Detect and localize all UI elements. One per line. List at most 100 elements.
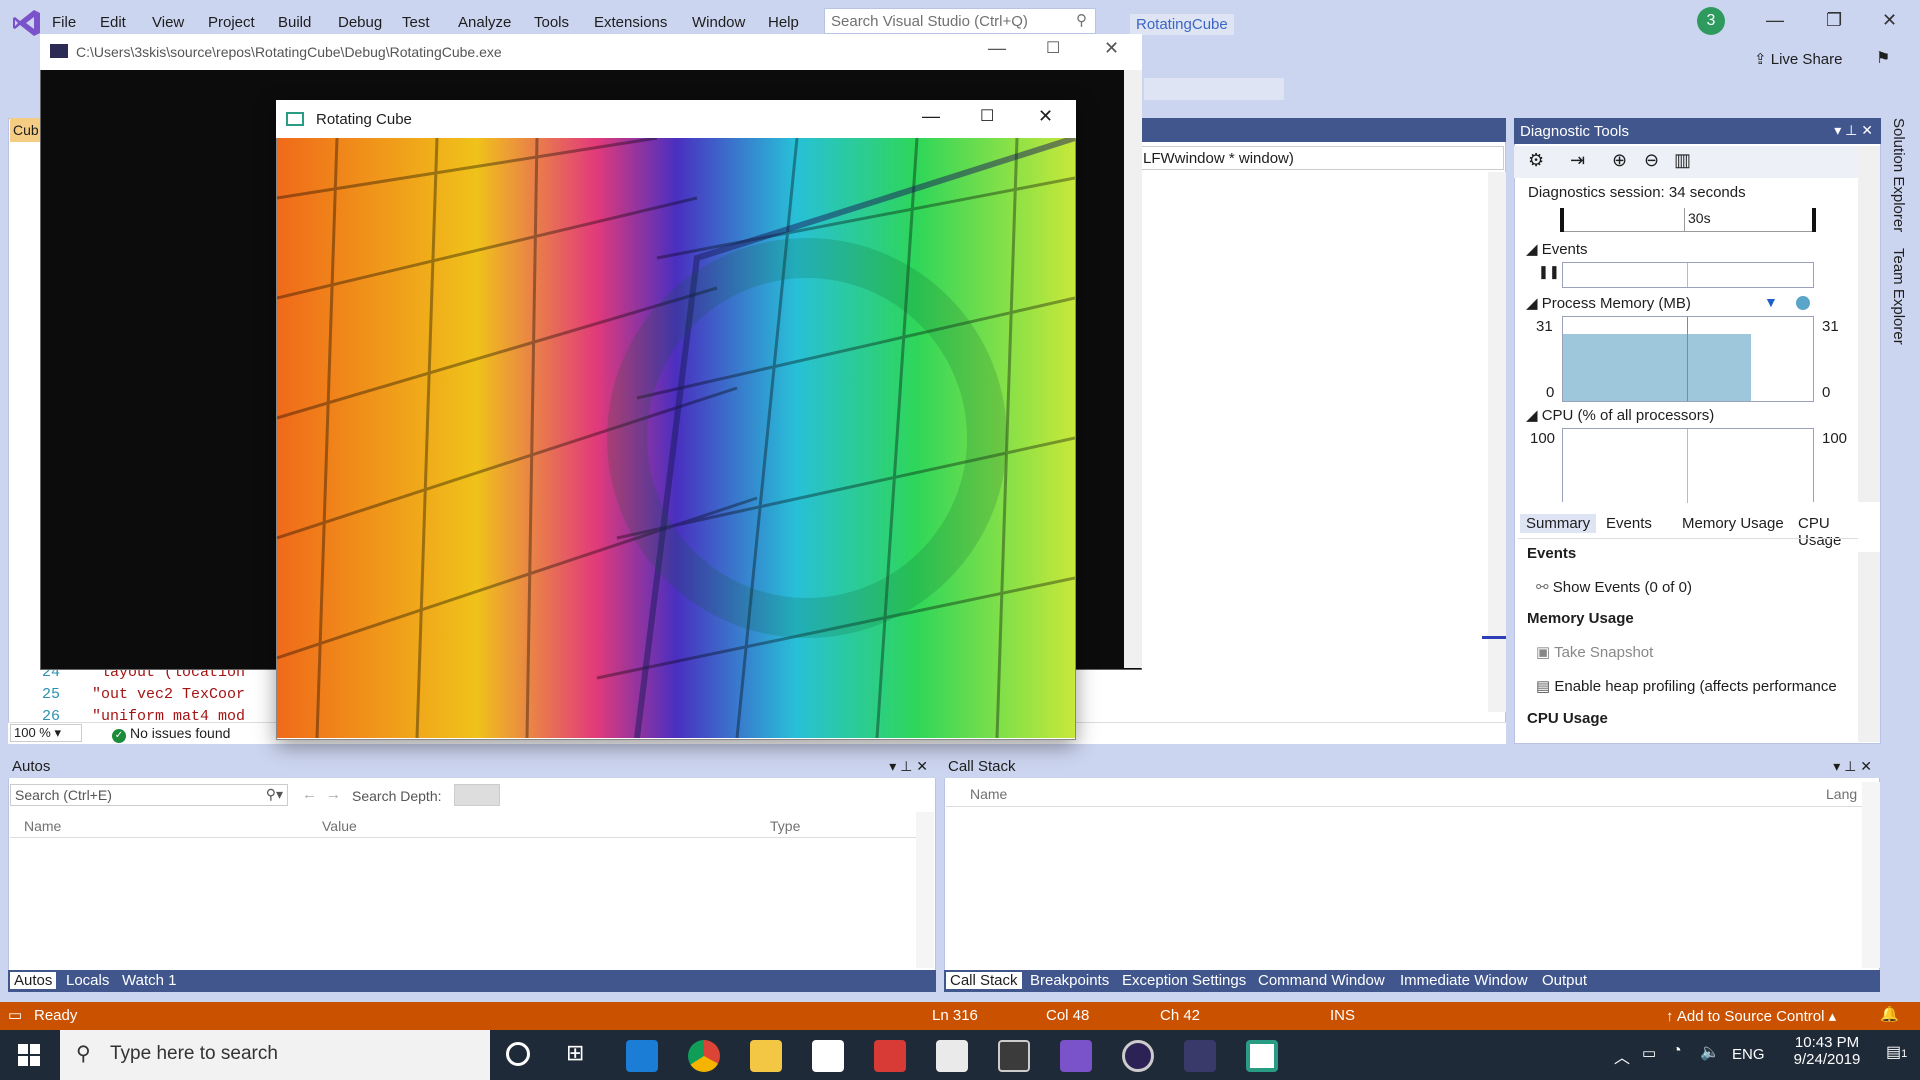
console-taskbar-icon[interactable] <box>1184 1040 1216 1072</box>
battery-icon[interactable]: ▭ <box>1642 1044 1656 1062</box>
callstack-tab-breakpoints[interactable]: Breakpoints <box>1026 972 1113 989</box>
chrome-icon[interactable] <box>688 1040 720 1072</box>
console-maximize-icon[interactable]: ☐ <box>1046 38 1060 58</box>
edge-icon[interactable] <box>626 1040 658 1072</box>
cube-maximize-icon[interactable]: ☐ <box>980 106 994 126</box>
menu-build[interactable]: Build <box>278 14 311 31</box>
events-track[interactable] <box>1562 262 1814 288</box>
solution-platform-combo[interactable] <box>1144 78 1284 100</box>
restore-icon[interactable]: ❐ <box>1826 10 1842 31</box>
callstack-tab-exception-settings[interactable]: Exception Settings <box>1118 972 1250 989</box>
notification-badge[interactable]: 3 <box>1697 7 1725 35</box>
editor-scrollbar[interactable] <box>1488 172 1506 712</box>
autos-tab-autos[interactable]: Autos <box>10 972 57 989</box>
heap-profiling-checkbox[interactable]: ▤ Enable heap profiling (affects perform… <box>1536 677 1837 695</box>
callstack-col-name[interactable]: Name <box>970 786 1007 802</box>
volume-icon[interactable]: 🔈 <box>1700 1042 1720 1062</box>
cube-minimize-icon[interactable]: — <box>922 106 940 127</box>
diag-tab-summary[interactable]: Summary <box>1520 514 1597 533</box>
gift-app-icon[interactable] <box>874 1040 906 1072</box>
zoom-out-icon[interactable]: ⊖ <box>1644 150 1659 171</box>
chart-icon[interactable]: ▥ <box>1674 150 1691 171</box>
menu-file[interactable]: File <box>52 14 76 31</box>
pane-controls[interactable]: ▾ ⊥ ✕ <box>1834 122 1873 139</box>
take-snapshot-link[interactable]: ▣ Take Snapshot <box>1536 643 1653 661</box>
console-scrollbar[interactable] <box>1124 70 1142 668</box>
tab-solution-explorer[interactable]: Solution Explorer <box>1890 118 1907 232</box>
zoom-in-icon[interactable]: ⊕ <box>1612 150 1627 171</box>
cube-render-canvas[interactable] <box>277 138 1075 738</box>
callstack-tab-command-window[interactable]: Command Window <box>1254 972 1389 989</box>
menu-view[interactable]: View <box>152 14 184 31</box>
cpu-graph[interactable] <box>1562 428 1814 503</box>
diag-tab-events[interactable]: Events <box>1600 514 1658 533</box>
cube-titlebar[interactable]: Rotating Cube — ☐ ✕ <box>276 100 1076 138</box>
callstack-col-lang[interactable]: Lang <box>1826 786 1857 802</box>
wifi-icon[interactable]: ◔ <box>1672 1042 1682 1060</box>
visual-studio-taskbar-icon[interactable] <box>1060 1040 1092 1072</box>
action-center-icon[interactable]: ▤1 <box>1886 1042 1907 1062</box>
pause-icon[interactable]: ❚❚ <box>1538 264 1560 280</box>
menu-analyze[interactable]: Analyze <box>458 14 511 31</box>
cube-close-icon[interactable]: ✕ <box>1038 106 1053 127</box>
cortana-icon[interactable] <box>506 1042 530 1066</box>
issues-indicator[interactable]: ✓ No issues found <box>112 725 230 743</box>
close-icon[interactable]: ✕ <box>1882 10 1897 31</box>
console-minimize-icon[interactable]: — <box>988 38 1006 59</box>
timeline-ruler[interactable]: 30s <box>1560 208 1816 232</box>
autos-tab-watch-1[interactable]: Watch 1 <box>118 972 180 989</box>
timeline-start-handle[interactable] <box>1560 208 1564 232</box>
rotating-cube-taskbar-icon[interactable] <box>1246 1040 1278 1072</box>
feedback-icon[interactable]: ⚑ <box>1876 48 1890 68</box>
nav-forward-icon[interactable]: → <box>326 786 341 803</box>
language-indicator[interactable]: ENG <box>1732 1046 1765 1063</box>
nav-back-icon[interactable]: ← <box>302 786 317 803</box>
autos-pane-controls[interactable]: ▾ ⊥ ✕ <box>889 758 928 775</box>
autos-tab-locals[interactable]: Locals <box>62 972 113 989</box>
menu-help[interactable]: Help <box>768 14 799 31</box>
diag-tab-cpu-usage[interactable]: CPU Usage <box>1792 514 1860 550</box>
settings-icon[interactable]: ⚙ <box>1528 150 1544 171</box>
summary-scrollbar[interactable] <box>1858 552 1880 742</box>
tab-team-explorer[interactable]: Team Explorer <box>1890 248 1907 345</box>
calculator-icon[interactable] <box>998 1040 1030 1072</box>
file-explorer-icon[interactable] <box>750 1040 782 1072</box>
windows-start-icon[interactable] <box>18 1044 40 1066</box>
visual-studio-logo-icon[interactable] <box>12 8 42 38</box>
bell-icon[interactable]: 🔔 <box>1880 1005 1899 1023</box>
task-view-icon[interactable]: ⊞ <box>566 1040 584 1066</box>
menu-debug[interactable]: Debug <box>338 14 382 31</box>
menu-extensions[interactable]: Extensions <box>594 14 667 31</box>
menu-tools[interactable]: Tools <box>534 14 569 31</box>
callstack-tab-call-stack[interactable]: Call Stack <box>946 972 1022 989</box>
console-titlebar[interactable]: C:\Users\3skis\source\repos\RotatingCube… <box>40 34 1142 70</box>
timeline-end-handle[interactable] <box>1812 208 1816 232</box>
live-share-button[interactable]: ⇪ Live Share <box>1754 50 1842 68</box>
menu-test[interactable]: Test <box>402 14 430 31</box>
search-input[interactable]: Search Visual Studio (Ctrl+Q) ⚲ <box>824 8 1096 34</box>
zoom-combo[interactable]: 100 % ▾ <box>10 724 82 742</box>
menu-project[interactable]: Project <box>208 14 255 31</box>
callstack-scrollbar[interactable] <box>1862 782 1880 968</box>
menu-window[interactable]: Window <box>692 14 745 31</box>
navigation-combo[interactable]: LFWwindow * window) <box>1138 146 1504 170</box>
autos-scrollbar[interactable] <box>916 812 934 968</box>
minimize-icon[interactable]: — <box>1766 10 1784 31</box>
console-close-icon[interactable]: ✕ <box>1104 38 1119 59</box>
autos-col-value[interactable]: Value <box>322 818 357 834</box>
diag-tab-memory-usage[interactable]: Memory Usage <box>1676 514 1790 533</box>
export-icon[interactable]: ⇥ <box>1570 150 1585 171</box>
show-events-link[interactable]: ⚯ Show Events (0 of 0) <box>1536 578 1692 596</box>
callstack-tab-immediate-window[interactable]: Immediate Window <box>1396 972 1532 989</box>
autos-search-input[interactable]: Search (Ctrl+E) ⚲▾ <box>10 784 288 806</box>
autos-col-type[interactable]: Type <box>770 818 800 834</box>
memory-graph[interactable] <box>1562 316 1814 402</box>
menu-edit[interactable]: Edit <box>100 14 126 31</box>
callstack-pane-controls[interactable]: ▾ ⊥ ✕ <box>1833 758 1872 775</box>
clock[interactable]: 10:43 PM 9/24/2019 <box>1780 1034 1874 1068</box>
source-control-button[interactable]: ↑ Add to Source Control ▴ <box>1666 1007 1836 1025</box>
autos-col-name[interactable]: Name <box>24 818 61 834</box>
eclipse-icon[interactable] <box>1122 1040 1154 1072</box>
diag-scrollbar[interactable] <box>1858 146 1880 502</box>
callstack-tab-output[interactable]: Output <box>1538 972 1591 989</box>
